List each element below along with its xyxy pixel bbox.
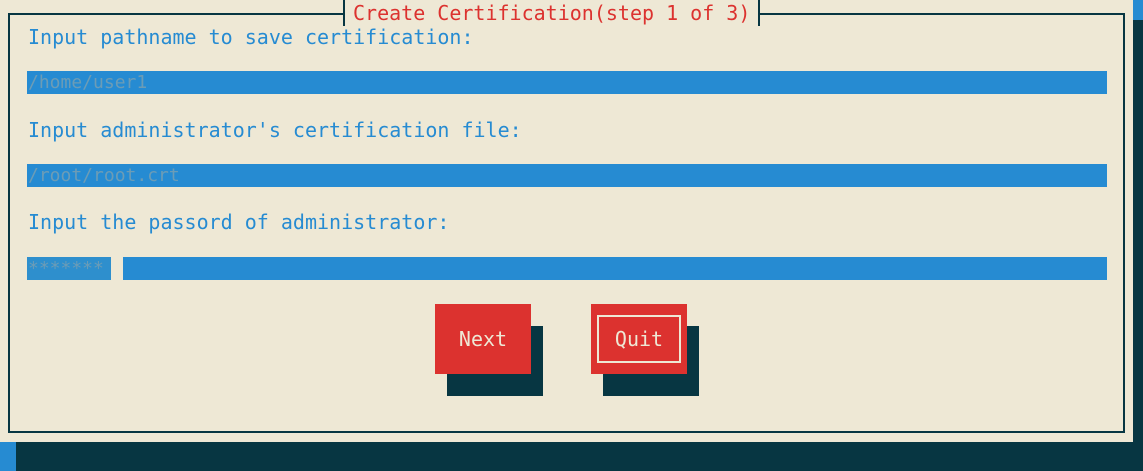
- admin-password-label: Input the passord of administrator:: [28, 210, 450, 234]
- quit-button[interactable]: Quit: [591, 304, 687, 374]
- admin-password-field-rest[interactable]: [123, 257, 1107, 280]
- dialog-shadow-right: [1133, 20, 1143, 471]
- pathname-label: Input pathname to save certification:: [28, 25, 474, 49]
- quit-button-label: Quit: [614, 327, 664, 351]
- dialog-shadow-bottom: [16, 442, 1143, 471]
- admin-password-input[interactable]: *******: [27, 257, 111, 280]
- dialog-title: Create Certification(step 1 of 3): [343, 0, 761, 26]
- next-button-label: Next: [458, 327, 508, 351]
- create-certification-dialog: Create Certification(step 1 of 3) Input …: [0, 0, 1133, 442]
- pathname-input[interactable]: /home/user1: [27, 71, 1107, 94]
- admin-cert-input[interactable]: /root/root.crt: [27, 164, 1107, 187]
- admin-cert-label: Input administrator's certification file…: [28, 118, 522, 142]
- next-button[interactable]: Next: [435, 304, 531, 374]
